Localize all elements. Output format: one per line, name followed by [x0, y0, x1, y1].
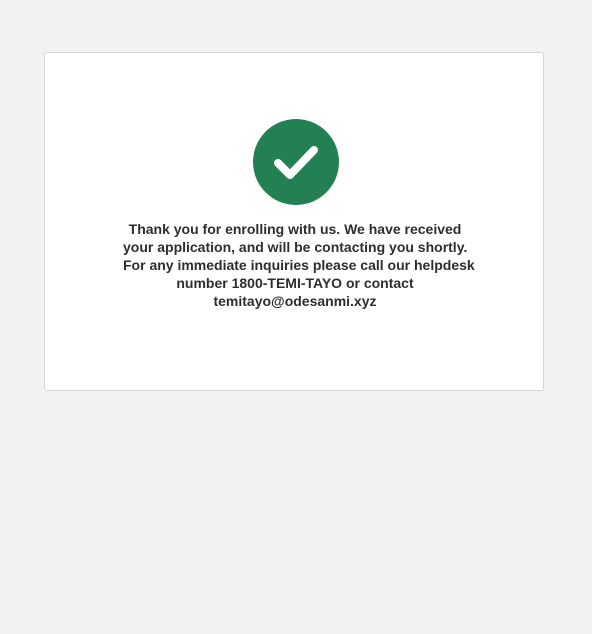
success-badge: [253, 119, 339, 205]
checkmark-icon: [274, 146, 318, 179]
message-line: number 1800-TEMI-TAYO or contact: [176, 275, 414, 291]
message-line: For any immediate inquiries please call …: [123, 257, 475, 273]
contact-email: temitayo@odesanmi.xyz: [213, 293, 377, 309]
message-line: Thank you for enrolling with us. We have…: [128, 221, 462, 237]
confirmation-message: Thank you for enrolling with us. We have…: [123, 220, 475, 310]
message-line: your application, and will be contacting…: [123, 239, 468, 255]
confirmation-card: Thank you for enrolling with us. We have…: [44, 52, 544, 391]
